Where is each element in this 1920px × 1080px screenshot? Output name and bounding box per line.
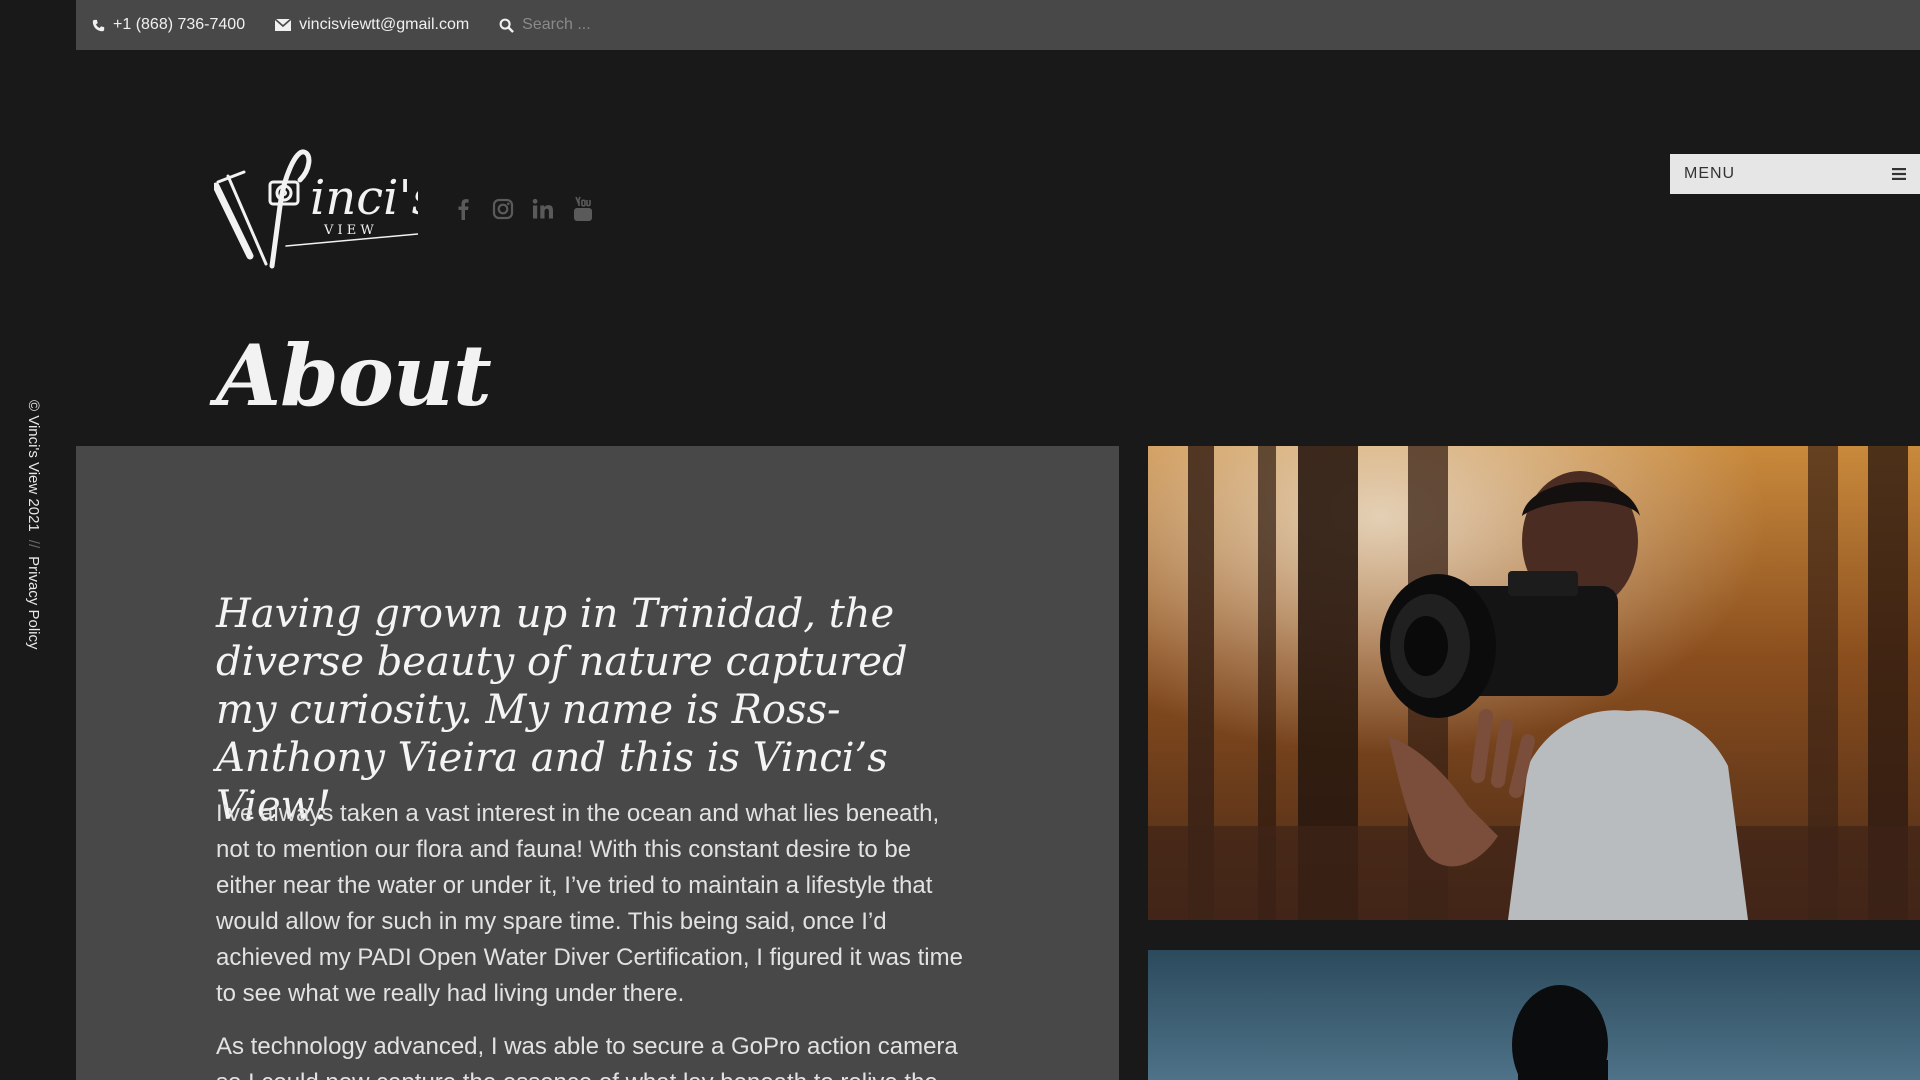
photographer-camera-photo bbox=[1148, 446, 1920, 920]
menu-button[interactable]: MENU bbox=[1670, 154, 1920, 194]
email-address: vincisviewtt@gmail.com bbox=[299, 16, 470, 33]
phone-number: +1 (868) 736-7400 bbox=[113, 16, 246, 33]
search bbox=[499, 16, 763, 34]
menu-label: MENU bbox=[1684, 165, 1736, 182]
facebook-icon bbox=[458, 199, 469, 220]
paragraph: As technology advanced, I was able to se… bbox=[216, 1033, 958, 1080]
logo-subtext: V I E W bbox=[323, 223, 374, 238]
hamburger-icon bbox=[1892, 168, 1906, 180]
linkedin-icon bbox=[532, 198, 553, 219]
instagram-icon bbox=[492, 198, 514, 220]
instagram-link[interactable] bbox=[492, 196, 514, 222]
intro-heading: Having grown up in Trinidad, the diverse… bbox=[216, 591, 908, 829]
paragraph: I’ve always taken a vast interest in the… bbox=[216, 800, 963, 1007]
facebook-link[interactable] bbox=[452, 196, 474, 222]
phone-contact[interactable]: +1 (868) 736-7400 bbox=[92, 16, 245, 34]
youtube-link[interactable] bbox=[572, 196, 594, 222]
privacy-policy-link[interactable]: Privacy Policy bbox=[25, 556, 42, 649]
copyright-text: © Vinci's View 2021 bbox=[25, 400, 42, 532]
email-contact[interactable]: vincisviewtt@gmail.com bbox=[275, 16, 469, 34]
envelope-icon bbox=[275, 19, 292, 31]
vincis-view-logo[interactable]: inci's V I E W bbox=[214, 146, 418, 272]
separator: // bbox=[25, 539, 42, 549]
youtube-icon bbox=[574, 196, 592, 221]
side-strip: © Vinci's View 2021 // Privacy Policy bbox=[0, 0, 76, 1080]
phone-icon bbox=[92, 19, 105, 31]
silhouette-photo bbox=[1148, 950, 1920, 1080]
social-links bbox=[452, 196, 612, 222]
search-input[interactable] bbox=[522, 16, 763, 34]
page-title: About bbox=[216, 326, 492, 425]
linkedin-link[interactable] bbox=[532, 196, 554, 222]
about-body: I’ve always taken a vast interest in the… bbox=[216, 796, 976, 1080]
side-footer: © Vinci's View 2021 // Privacy Policy bbox=[22, 400, 42, 700]
top-bar: +1 (868) 736-7400 vincisviewtt@gmail.com bbox=[76, 0, 1920, 50]
search-icon[interactable] bbox=[499, 18, 515, 33]
logo-text: inci's bbox=[310, 170, 418, 226]
